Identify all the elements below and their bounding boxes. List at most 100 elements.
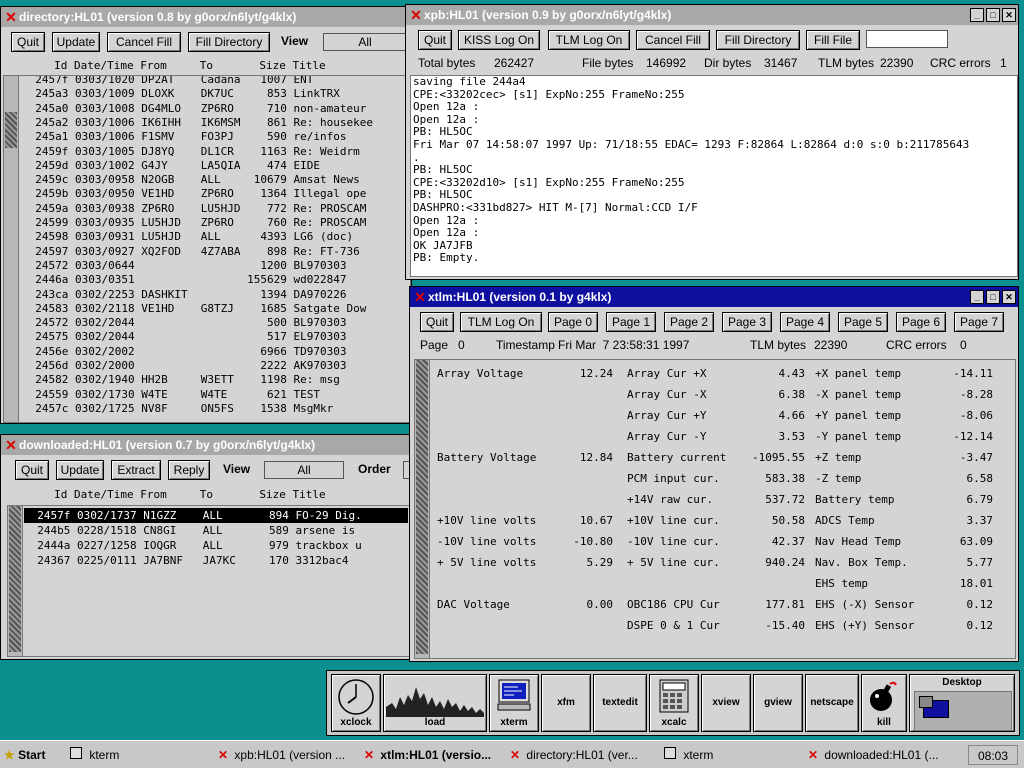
desktop-pager[interactable]: Desktop (909, 674, 1015, 732)
load-launcher[interactable]: load (383, 674, 487, 732)
xtlm-page-3-button[interactable]: Page 3 (722, 312, 772, 332)
xpb-titlebar[interactable]: ✕ xpb:HL01 (version 0.9 by g0orx/n6lyt/g… (406, 5, 1018, 25)
xpb-fill-directory-button[interactable]: Fill Directory (716, 30, 800, 50)
task-kterm[interactable]: kterm (70, 745, 200, 765)
task-xtlm[interactable]: ✕ xtlm:HL01 (versio... (364, 745, 506, 765)
directory-list-item[interactable]: 24599 0303/0935 LU5HJD ZP6RO 760 Re: PRO… (22, 215, 366, 230)
maximize-icon[interactable]: □ (986, 290, 1000, 304)
xtlm-page-7-button[interactable]: Page 7 (954, 312, 1004, 332)
minimize-icon[interactable]: _ (970, 290, 984, 304)
downloaded-scrollbar[interactable] (8, 506, 23, 656)
xpb-file-input[interactable] (866, 30, 948, 48)
xtlm-scroll-thumb[interactable] (416, 360, 428, 654)
directory-quit-button[interactable]: Quit (11, 32, 45, 52)
textedit-launcher[interactable]: textedit (593, 674, 647, 732)
x-logo-icon[interactable]: ✕ (3, 9, 19, 26)
kill-launcher[interactable]: kill (861, 674, 907, 732)
directory-list-item[interactable]: 24575 0302/2044 517 EL970303 (22, 329, 346, 344)
downloaded-scroll-thumb[interactable] (9, 506, 21, 652)
directory-list-item[interactable]: 243ca 0302/2253 DASHKIT 1394 DA970226 (22, 287, 346, 302)
x-logo-icon[interactable]: ✕ (3, 437, 19, 454)
directory-cancel-fill-button[interactable]: Cancel Fill (107, 32, 181, 52)
directory-list-item[interactable]: 2459f 0303/1005 DJ8YQ DL1CR 1163 Re: Wei… (22, 144, 360, 159)
directory-list-item[interactable]: 24598 0303/0931 LU5HJD ALL 4393 LG6 (doc… (22, 229, 353, 244)
xclock-launcher[interactable]: xclock (331, 674, 381, 732)
xtlm-page-0-button[interactable]: Page 0 (548, 312, 598, 332)
xtlm-page-1-button[interactable]: Page 1 (606, 312, 656, 332)
maximize-icon[interactable]: □ (986, 8, 1000, 22)
directory-list-item[interactable]: 24559 0302/1730 W4TE W4TE 621 TEST (22, 387, 320, 402)
x-logo-icon: ✕ (510, 748, 521, 762)
directory-list-item[interactable]: 245a0 0303/1008 DG4MLO ZP6RO 710 non-ama… (22, 101, 366, 116)
downloaded-list-item[interactable]: 24367 0225/0111 JA7BNF JA7KC 170 3312bac… (24, 553, 408, 568)
directory-update-button[interactable]: Update (52, 32, 100, 52)
directory-view-selector[interactable]: All (323, 33, 407, 51)
x-logo-icon[interactable]: ✕ (408, 7, 424, 24)
gview-launcher[interactable]: gview (753, 674, 803, 732)
xtlm-titlebar[interactable]: ✕ xtlm:HL01 (version 0.1 by g4klx) _ □ ✕ (410, 287, 1018, 307)
directory-list-item[interactable]: 24582 0302/1940 HH2B W3ETT 1198 Re: msg (22, 372, 340, 387)
directory-list-item[interactable]: 24583 0302/2118 VE1HD G8TZJ 1685 Satgate… (22, 301, 366, 316)
close-icon[interactable]: ✕ (1002, 290, 1016, 304)
downloaded-list-item[interactable]: 2457f 0302/1737 N1GZZ ALL 894 FO-29 Dig. (24, 508, 408, 523)
xcalc-launcher[interactable]: xcalc (649, 674, 699, 732)
directory-list-item[interactable]: 2456d 0302/2000 2222 AK970303 (22, 358, 346, 373)
directory-list-item[interactable]: 24597 0303/0927 XQ2FOD 4Z7ABA 898 Re: FT… (22, 244, 360, 259)
xpb-fill-file-button[interactable]: Fill File (806, 30, 860, 50)
task-xpb[interactable]: ✕ xpb:HL01 (version ... (218, 745, 360, 765)
task-xterm[interactable]: xterm (664, 745, 794, 765)
downloaded-extract-button[interactable]: Extract (111, 460, 161, 480)
xpb-tlm-log-on-button[interactable]: TLM Log On (548, 30, 630, 50)
downloaded-list-item[interactable]: 2444a 0227/1258 IOQGR ALL 979 trackbox u (24, 538, 408, 553)
desktop-pager-area[interactable] (914, 691, 1012, 731)
downloaded-view-selector[interactable]: All (264, 461, 344, 479)
directory-list-item[interactable]: 24572 0303/0644 1200 BL970303 (22, 258, 346, 273)
directory-list-item[interactable]: 2456e 0302/2002 6966 TD970303 (22, 344, 346, 359)
downloaded-reply-button[interactable]: Reply (168, 460, 210, 480)
downloaded-update-button[interactable]: Update (56, 460, 104, 480)
xtlm-page-5-button[interactable]: Page 5 (838, 312, 888, 332)
xterm-launcher[interactable]: xterm (489, 674, 539, 732)
directory-list-item[interactable]: 2459a 0303/0938 ZP6RO LU5HJD 772 Re: PRO… (22, 201, 366, 216)
xtlm-scrollbar[interactable] (415, 360, 430, 658)
directory-list-item[interactable]: 24572 0302/2044 500 BL970303 (22, 315, 346, 330)
directory-list-item[interactable]: 245a2 0303/1006 IK6IHH IK6MSM 861 Re: ho… (22, 115, 373, 130)
downloaded-titlebar[interactable]: ✕ downloaded:HL01 (version 0.7 by g0orx/… (1, 435, 411, 455)
downloaded-list[interactable]: 2457f 0302/1737 N1GZZ ALL 894 FO-29 Dig.… (7, 505, 411, 657)
xtlm-page-4-button[interactable]: Page 4 (780, 312, 830, 332)
directory-list-item[interactable]: 245a1 0303/1006 F1SMV FO3PJ 590 re/infos (22, 129, 346, 144)
xtlm-page-6-button[interactable]: Page 6 (896, 312, 946, 332)
directory-list-item[interactable]: 2457c 0302/1725 NV8F ON5FS 1538 MsgMkr (22, 401, 333, 416)
xtlm-page-2-button[interactable]: Page 2 (664, 312, 714, 332)
directory-fill-directory-button[interactable]: Fill Directory (188, 32, 270, 52)
downloaded-list-item[interactable]: 244b5 0228/1518 CN8GI ALL 589 arsene is (24, 523, 408, 538)
minimize-icon[interactable]: _ (970, 8, 984, 22)
xtlm-tlm-log-on-button[interactable]: TLM Log On (460, 312, 542, 332)
directory-list-item[interactable]: 2459c 0303/0958 N2OGB ALL 10679 Amsat Ne… (22, 172, 360, 187)
x-logo-icon[interactable]: ✕ (412, 289, 428, 306)
xpb-cancel-fill-button[interactable]: Cancel Fill (636, 30, 710, 50)
directory-scroll-thumb[interactable] (5, 112, 17, 148)
xpb-log-output[interactable]: saving file 244a4 CPE:<33202cec> [s1] Exp… (410, 75, 1018, 277)
directory-list-item[interactable]: 2446a 0303/0351 155629 wd022847 (22, 272, 346, 287)
xpb-kiss-log-on-button[interactable]: KISS Log On (458, 30, 540, 50)
netscape-launcher[interactable]: netscape (805, 674, 859, 732)
tlm-value: 6.58 (966, 472, 994, 485)
directory-list-item[interactable]: 2457f 0303/1020 DP2AT Cadana 1007 ENT (22, 76, 313, 87)
directory-list-item[interactable]: 245a3 0303/1009 DLOXK DK7UC 853 LinkTRX (22, 86, 340, 101)
directory-scrollbar[interactable] (4, 76, 19, 422)
close-icon[interactable]: ✕ (1002, 8, 1016, 22)
xfm-launcher[interactable]: xfm (541, 674, 591, 732)
downloaded-quit-button[interactable]: Quit (15, 460, 49, 480)
xpb-quit-button[interactable]: Quit (418, 30, 452, 50)
directory-titlebar[interactable]: ✕ directory:HL01 (version 0.8 by g0orx/n… (1, 7, 411, 27)
task-downloaded[interactable]: ✕ downloaded:HL01 (... (808, 745, 958, 765)
directory-list-item[interactable]: 2459d 0303/1002 G4JY LA5QIA 474 EIDE (22, 158, 320, 173)
xtlm-quit-button[interactable]: Quit (420, 312, 454, 332)
directory-list-item[interactable]: 2459b 0303/0950 VE1HD ZP6RO 1364 Illegal… (22, 186, 366, 201)
start-button[interactable]: ★ Start (4, 745, 60, 765)
pager-window-thumb[interactable] (919, 696, 933, 708)
xview-launcher[interactable]: xview (701, 674, 751, 732)
directory-list[interactable]: 2457f 0303/1020 DP2AT Cadana 1007 ENT 24… (3, 75, 411, 423)
task-directory[interactable]: ✕ directory:HL01 (ver... (510, 745, 658, 765)
